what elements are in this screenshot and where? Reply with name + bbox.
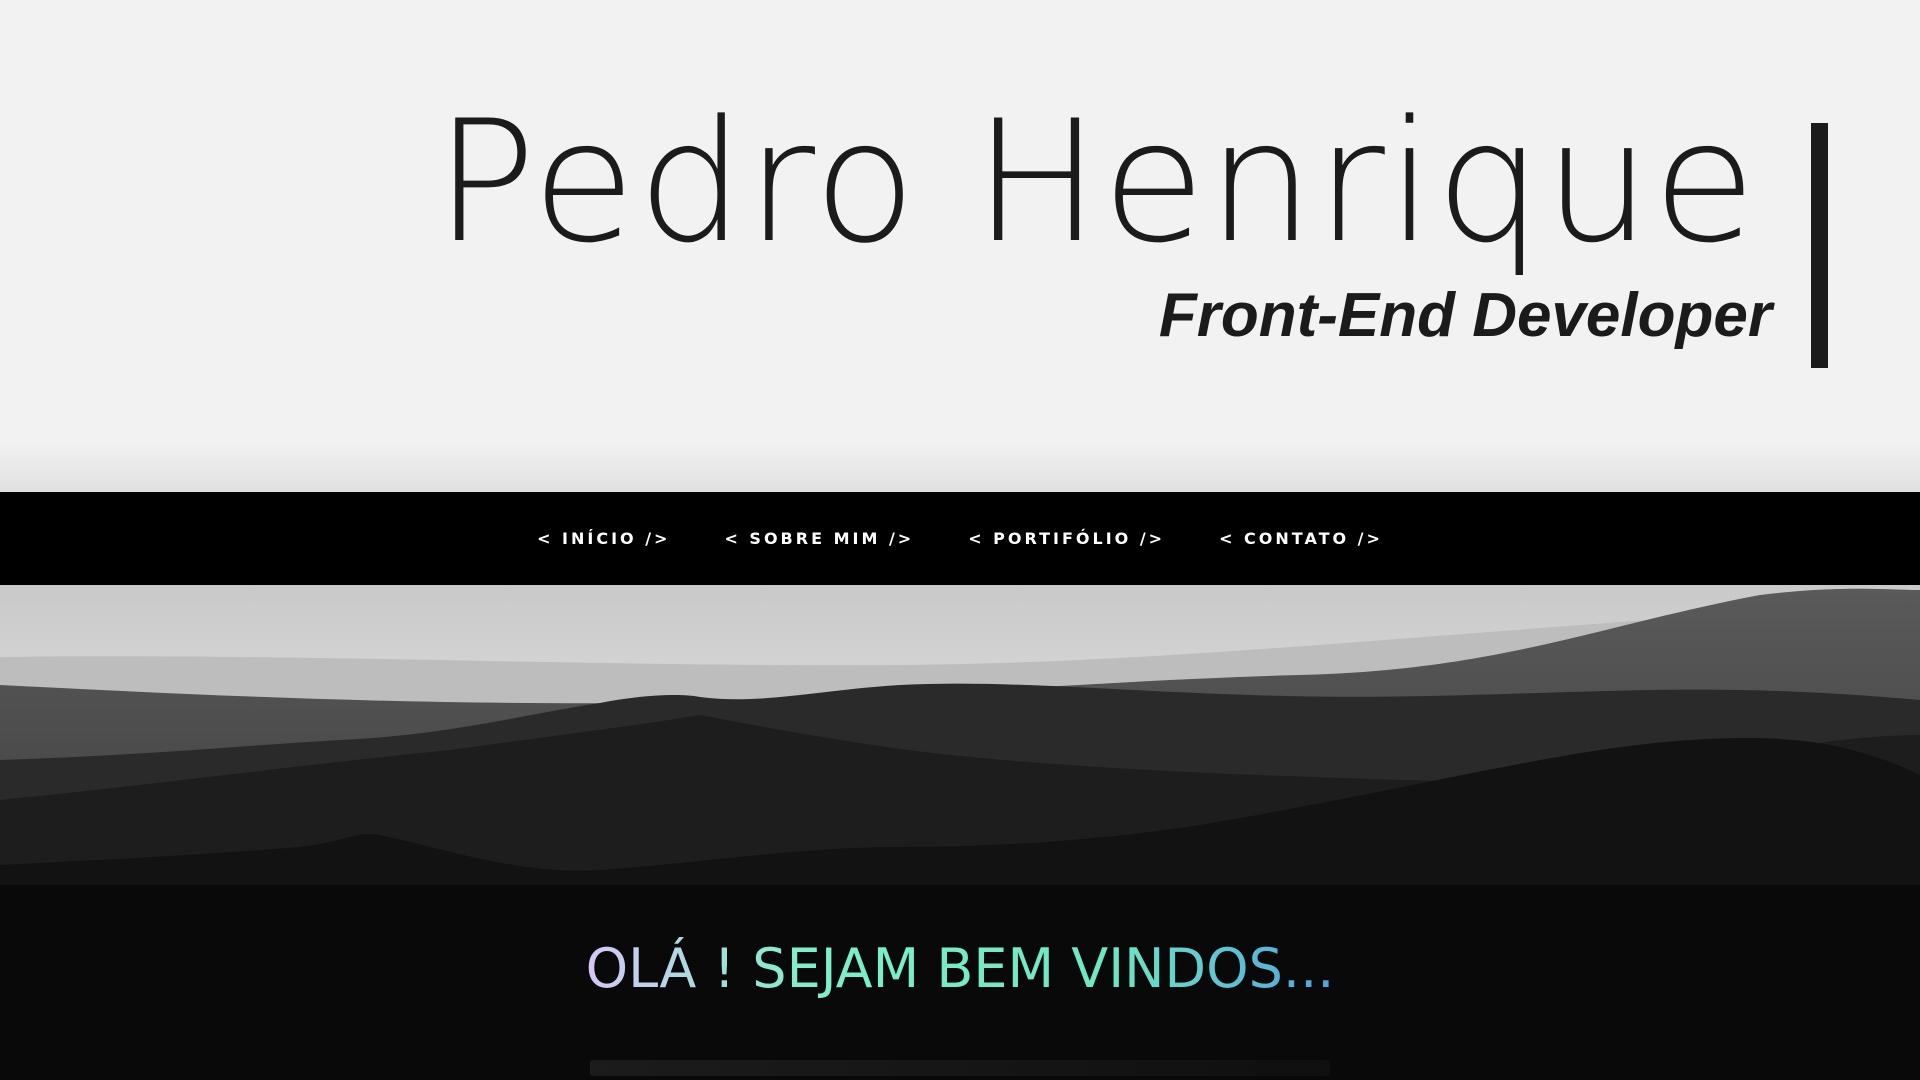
welcome-text: OLÁ ! SEJAM BEM VINDOS... <box>585 937 1335 1000</box>
page-title: Pedro Henrique <box>434 84 1758 280</box>
nav-item-contato[interactable]: < CONTATO /> <box>1219 529 1383 548</box>
header-shadow <box>0 440 1920 492</box>
page-subtitle: Front-End Developer <box>1158 281 1772 350</box>
nav-item-portifolio[interactable]: < PORTIFÓLIO /> <box>968 529 1165 548</box>
main-nav: < INÍCIO /> < SOBRE MIM /> < PORTIFÓLIO … <box>0 492 1920 585</box>
typing-cursor <box>1811 123 1828 368</box>
mountains-illustration <box>0 585 1920 1080</box>
hero-section <box>0 585 1920 1080</box>
header: Pedro Henrique Front-End Developer <box>0 0 1920 492</box>
nav-item-sobre-mim[interactable]: < SOBRE MIM /> <box>724 529 914 548</box>
intro-paragraph-faint <box>590 1060 1330 1076</box>
nav-item-inicio[interactable]: < INÍCIO /> <box>537 529 670 548</box>
welcome-heading: OLÁ ! SEJAM BEM VINDOS... <box>0 942 1920 996</box>
